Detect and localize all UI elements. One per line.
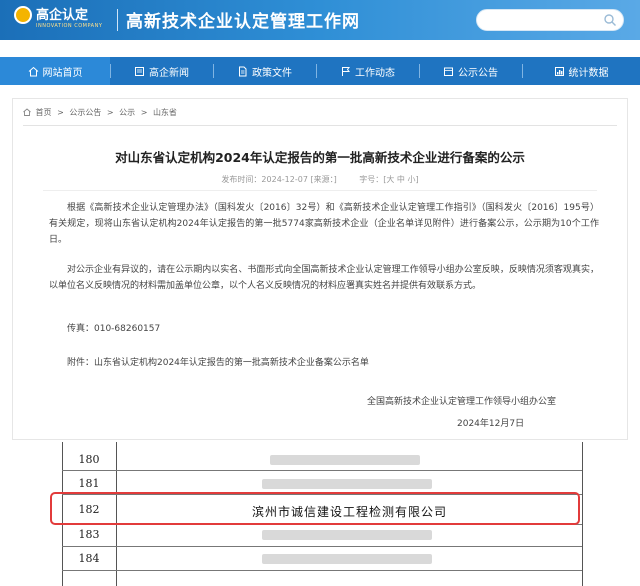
logo-text: 高企认定 bbox=[36, 8, 89, 23]
table-border bbox=[582, 442, 583, 586]
nav-item-work-updates[interactable]: 工作动态 bbox=[316, 57, 419, 85]
table-row-divider bbox=[62, 470, 582, 471]
row-number: 183 bbox=[78, 528, 100, 541]
nav-item-stats[interactable]: 统计数据 bbox=[522, 57, 640, 85]
highlight-box bbox=[50, 492, 580, 525]
site-header: 高企认定 INNOVATION COMPANY 高新技术企业认定管理工作网 bbox=[0, 0, 640, 40]
search-icon[interactable] bbox=[603, 13, 617, 27]
redacted-company bbox=[262, 530, 432, 540]
nav-label: 政策文件 bbox=[252, 67, 292, 79]
article-card: 首页 > 公示公告 > 公示 > 山东省 对山东省认定机构2024年认定报告的第… bbox=[12, 98, 628, 440]
notice-icon bbox=[444, 67, 453, 76]
site-title: 高新技术企业认定管理工作网 bbox=[126, 12, 360, 32]
company-table: 180 181 182 滨州市诚信建设工程检测有限公司 183 184 bbox=[0, 442, 640, 586]
redacted-company bbox=[262, 554, 432, 564]
nav-label: 高企新闻 bbox=[149, 67, 189, 79]
table-row-divider bbox=[62, 546, 582, 547]
flag-icon bbox=[342, 66, 350, 76]
main-nav: 网站首页 高企新闻 政策文件 工作动态 公示公告 统计数据 bbox=[0, 57, 640, 85]
row-number: 184 bbox=[78, 552, 100, 565]
logo-subtext: INNOVATION COMPANY bbox=[36, 23, 103, 29]
nav-label: 网站首页 bbox=[42, 67, 83, 79]
logo-mark-icon bbox=[14, 6, 32, 24]
breadcrumb-separator: > bbox=[106, 108, 114, 117]
redacted-company bbox=[270, 455, 420, 465]
nav-item-home[interactable]: 网站首页 bbox=[0, 57, 110, 85]
breadcrumb-home[interactable]: 首页 bbox=[36, 108, 52, 117]
row-number: 181 bbox=[78, 477, 100, 490]
breadcrumb-publicity[interactable]: 公示 bbox=[119, 108, 135, 117]
nav-label: 统计数据 bbox=[568, 67, 609, 79]
document-icon bbox=[239, 66, 247, 76]
redacted-company bbox=[262, 479, 432, 489]
nav-item-policy[interactable]: 政策文件 bbox=[213, 57, 316, 85]
nav-item-notices[interactable]: 公示公告 bbox=[419, 57, 522, 85]
article-paragraph: 根据《高新技术企业认定管理办法》（国科发火〔2016〕32号）和《高新技术企业认… bbox=[49, 203, 599, 245]
font-size-control[interactable]: 字号：[大 中 小] bbox=[359, 175, 418, 184]
fax-number: 传真：010-68260157 bbox=[67, 324, 161, 334]
article-title: 对山东省认定机构2024年认定报告的第一批高新技术企业进行备案的公示 bbox=[115, 150, 525, 165]
article-paragraph: 对公示企业有异议的，请在公示期内以实名、书面形式向全国高新技术企业认定管理工作领… bbox=[49, 265, 599, 291]
site-logo[interactable]: 高企认定 INNOVATION COMPANY bbox=[14, 4, 114, 36]
attachment-link[interactable]: 附件：山东省认定机构2024年认定报告的第一批高新技术企业备案公示名单 bbox=[67, 355, 369, 368]
table-row-divider bbox=[62, 570, 582, 571]
row-number: 180 bbox=[78, 453, 100, 466]
breadcrumb-divider bbox=[23, 125, 617, 126]
issuer-name: 全国高新技术企业认定管理工作领导小组办公室 bbox=[367, 397, 557, 407]
issue-date: 2024年12月7日 bbox=[457, 419, 525, 429]
breadcrumb-separator: > bbox=[57, 108, 64, 117]
nav-label: 工作动态 bbox=[355, 67, 395, 79]
nav-item-news[interactable]: 高企新闻 bbox=[110, 57, 213, 85]
nav-label: 公示公告 bbox=[458, 67, 498, 79]
news-icon bbox=[135, 66, 144, 76]
breadcrumb-separator: > bbox=[140, 108, 148, 117]
publish-date: 发布时间：2024-12-07 [来源：] bbox=[221, 175, 337, 184]
breadcrumb: 首页 > 公示公告 > 公示 > 山东省 bbox=[23, 107, 180, 118]
breadcrumb-notices[interactable]: 公示公告 bbox=[69, 108, 101, 117]
article-meta: 发布时间：2024-12-07 [来源：] 字号：[大 中 小] bbox=[13, 174, 627, 185]
home-icon bbox=[23, 108, 31, 116]
meta-divider bbox=[43, 190, 597, 191]
header-divider bbox=[117, 9, 118, 31]
home-icon bbox=[28, 66, 38, 76]
breadcrumb-province[interactable]: 山东省 bbox=[153, 108, 177, 117]
search-input[interactable] bbox=[476, 9, 624, 31]
stats-icon bbox=[554, 66, 564, 76]
